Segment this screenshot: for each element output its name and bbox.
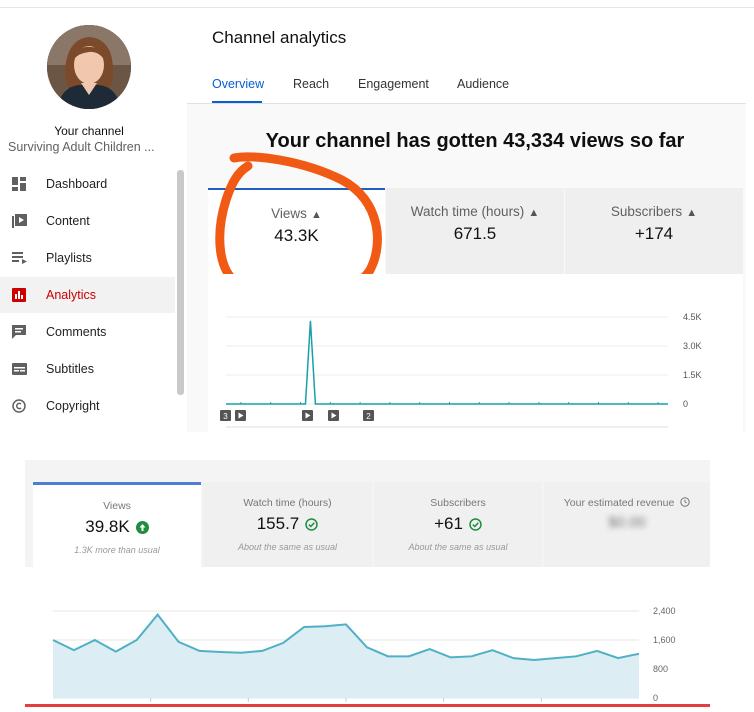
- dashboard-icon: [11, 176, 27, 192]
- comments-icon: [11, 324, 27, 340]
- sidebar-item-dashboard[interactable]: Dashboard: [0, 166, 175, 202]
- sidebar-item-label: Copyright: [46, 399, 100, 413]
- y-tick-label: 4.5K: [683, 312, 702, 322]
- marker-label: 3: [223, 412, 228, 421]
- page-title: Channel analytics: [212, 28, 347, 47]
- avatar[interactable]: [47, 25, 131, 109]
- marker-label: 2: [366, 412, 371, 421]
- views-area-chart: 2,400 1,600 800 0: [52, 606, 676, 703]
- sidebar-item-label: Dashboard: [46, 177, 108, 191]
- sidebar-item-subtitles[interactable]: Subtitles: [0, 351, 175, 387]
- card-value: 39.8K: [85, 517, 130, 536]
- channel-name: Surviving Adult Children ...: [8, 140, 155, 154]
- your-channel-label: Your channel: [54, 124, 124, 138]
- blurred-revenue-value: $0.00: [608, 514, 646, 531]
- watch-time-card[interactable]: Watch time (hours) 155.7 About the same …: [203, 482, 372, 567]
- y-tick-label: 1.5K: [683, 370, 702, 380]
- check-icon: [305, 517, 319, 531]
- sidebar-item-content[interactable]: Content: [0, 203, 175, 239]
- sidebar-item-copyright[interactable]: Copyright: [0, 388, 175, 424]
- y-tick-label: 3.0K: [683, 341, 702, 351]
- card-label: Subscribers: [430, 497, 486, 509]
- y-tick-label: 800: [653, 664, 668, 674]
- y-tick-label: 0: [653, 693, 658, 703]
- card-value: +61: [434, 514, 463, 533]
- card-label: Your estimated revenue: [563, 497, 675, 509]
- subscribers-card[interactable]: Subscribers ▲ +174: [565, 188, 743, 274]
- revenue-card[interactable]: Your estimated revenue $0.00: [544, 482, 710, 567]
- sidebar-item-label: Content: [46, 214, 90, 228]
- tab-overview[interactable]: Overview: [212, 77, 264, 91]
- y-tick-label: 2,400: [653, 606, 676, 616]
- series-line: [226, 320, 668, 405]
- up-arrow-icon: [135, 520, 149, 534]
- y-tick-label: 1,600: [653, 635, 676, 645]
- sidebar-item-label: Comments: [46, 325, 107, 339]
- tab-audience[interactable]: Audience: [457, 77, 509, 91]
- y-tick-label: 0: [683, 399, 688, 409]
- subscribers-card[interactable]: Subscribers +61 About the same as usual: [374, 482, 542, 567]
- copyright-icon: [11, 398, 27, 414]
- sidebar-scrollbar[interactable]: [177, 170, 184, 395]
- card-label: Watch time (hours): [410, 204, 525, 219]
- card-note: About the same as usual: [237, 542, 338, 552]
- sidebar-item-label: Analytics: [46, 288, 97, 302]
- red-bottom-border: [25, 704, 710, 707]
- card-label: Views: [103, 500, 131, 512]
- card-label: Watch time (hours): [243, 497, 332, 509]
- content-icon: [11, 213, 27, 229]
- card-note: 1.3K more than usual: [74, 545, 160, 555]
- views-card[interactable]: Views 39.8K 1.3K more than usual: [33, 482, 201, 570]
- sidebar-item-label: Subtitles: [46, 362, 94, 376]
- card-label: Subscribers: [610, 204, 683, 219]
- views-line-chart: 4.5K 3.0K 1.5K 0 3 2: [220, 312, 702, 428]
- sidebar-item-comments[interactable]: Comments: [0, 314, 175, 350]
- analytics-icon: [11, 287, 27, 303]
- series-area: [53, 614, 639, 698]
- warning-icon: ▲: [528, 207, 540, 219]
- tab-active-indicator: [212, 101, 262, 103]
- subtitles-icon: [11, 361, 27, 377]
- clock-icon: [680, 497, 690, 507]
- card-value: +174: [634, 224, 674, 243]
- check-icon: [469, 517, 482, 531]
- sidebar-item-analytics[interactable]: Analytics: [0, 277, 175, 313]
- views-headline: Your channel has gotten 43,334 views so …: [265, 130, 685, 152]
- tab-engagement[interactable]: Engagement: [358, 77, 429, 91]
- sidebar-item-label: Playlists: [46, 251, 92, 265]
- avatar-image: [47, 25, 131, 109]
- sidebar-item-playlists[interactable]: Playlists: [0, 240, 175, 276]
- warning-icon: ▲: [686, 207, 698, 219]
- playlists-icon: [11, 250, 27, 266]
- watch-time-card[interactable]: Watch time (hours) ▲ 671.5: [386, 188, 564, 274]
- card-value: 155.7: [256, 514, 300, 533]
- card-value: 671.5: [453, 224, 497, 243]
- tab-reach[interactable]: Reach: [293, 77, 329, 91]
- card-note: About the same as usual: [408, 542, 508, 552]
